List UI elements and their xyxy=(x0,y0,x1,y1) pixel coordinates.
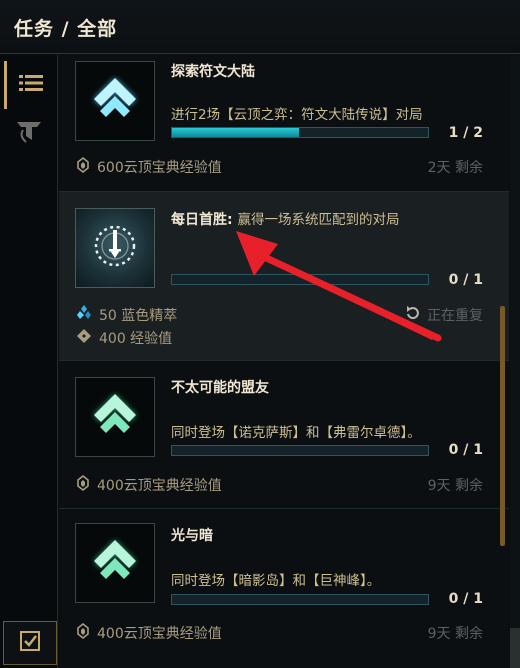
progress-bar xyxy=(171,445,429,456)
sword-emblem-icon xyxy=(85,216,145,280)
quest-description: 赢得一场系统匹配到的对局 xyxy=(237,212,400,228)
completed-quests-button[interactable] xyxy=(3,621,57,665)
repeat-icon xyxy=(405,305,421,325)
chevron-up-green-icon xyxy=(84,384,146,450)
progress-count: 0 / 1 xyxy=(448,272,483,288)
quest-card[interactable]: 探索符文大陆 进行2场【云顶之弈：符文大陆传说】对局 1 / 2 600云顶宝典… xyxy=(59,55,509,192)
quest-title: 光与暗 xyxy=(171,528,213,544)
quest-thumbnail xyxy=(75,377,155,457)
progress-count: 1 / 2 xyxy=(448,125,483,141)
quest-thumbnail xyxy=(75,208,155,288)
reward: 400云顶宝典经验值 xyxy=(77,622,222,643)
reward: 600云顶宝典经验值 xyxy=(77,156,222,177)
quest-title-label: 每日首胜: xyxy=(171,212,233,228)
quest-description: 同时登场【暗影岛】和【巨神峰】。 xyxy=(171,573,381,589)
quest-card[interactable]: 光与暗 同时登场【暗影岛】和【巨神峰】。 0 / 1 400云顶宝典经验值 9天… xyxy=(59,509,509,668)
tft-pass-xp-icon xyxy=(77,156,89,177)
quest-title: 每日首胜: 赢得一场系统匹配到的对局 xyxy=(171,208,399,229)
title-bar: 任务 / 全部 xyxy=(0,0,520,54)
blue-essence-icon xyxy=(77,305,91,325)
list-icon xyxy=(18,73,43,97)
quest-description: 同时登场【诺克萨斯】和【弗雷尔卓德】。 xyxy=(171,425,421,441)
quest-card[interactable]: 不太可能的盟友 同时登场【诺克萨斯】和【弗雷尔卓德】。 0 / 1 400云顶宝… xyxy=(59,361,509,509)
reward-label: 400云顶宝典经验值 xyxy=(97,478,222,494)
quest-thumbnail xyxy=(75,61,155,141)
reward-label: 400云顶宝典经验值 xyxy=(97,626,222,642)
quest-thumbnail xyxy=(75,523,155,603)
progress-count: 0 / 1 xyxy=(448,442,483,458)
tft-logo-icon xyxy=(15,118,43,148)
checkbox-icon xyxy=(19,630,41,656)
chevron-up-green-icon xyxy=(84,530,146,596)
quest-title: 不太可能的盟友 xyxy=(171,380,269,396)
reward-label: 50 蓝色精萃 xyxy=(99,308,178,324)
time-remaining: 9天 剩余 xyxy=(427,478,483,494)
quest-description: 进行2场【云顶之弈：符文大陆传说】对局 xyxy=(171,107,423,123)
reward-xp: 400 经验值 xyxy=(77,328,172,348)
sidebar xyxy=(0,55,58,668)
tft-pass-xp-icon xyxy=(77,474,89,495)
repeat-label: 正在重复 xyxy=(427,308,483,324)
progress-bar xyxy=(171,274,429,285)
list-view-button[interactable] xyxy=(4,61,54,109)
xp-icon xyxy=(77,329,91,347)
reward-label: 400 经验值 xyxy=(99,331,173,347)
quest-title: 探索符文大陆 xyxy=(171,64,255,80)
progress-bar-fill xyxy=(172,128,299,137)
reward-blue-essence: 50 蓝色精萃 xyxy=(77,305,177,325)
reward: 400云顶宝典经验值 xyxy=(77,474,222,495)
chevron-up-glow-icon xyxy=(84,68,146,134)
scrollbar-thumb[interactable] xyxy=(500,306,505,546)
window-corner xyxy=(510,628,520,668)
time-remaining: 9天 剩余 xyxy=(427,626,483,642)
quest-card-daily-first-win[interactable]: 每日首胜: 赢得一场系统匹配到的对局 0 / 1 50 蓝色精萃 400 经验值… xyxy=(59,192,509,361)
tft-pass-xp-icon xyxy=(77,622,89,643)
progress-count: 0 / 1 xyxy=(448,591,483,607)
progress-bar xyxy=(171,594,429,605)
quest-list: 探索符文大陆 进行2场【云顶之弈：符文大陆传说】对局 1 / 2 600云顶宝典… xyxy=(59,55,509,668)
reward-label: 600云顶宝典经验值 xyxy=(97,160,222,176)
time-remaining: 2天 剩余 xyxy=(427,160,483,176)
tft-quests-button[interactable] xyxy=(4,109,54,157)
repeat-status: 正在重复 xyxy=(405,305,483,325)
progress-bar xyxy=(171,127,429,138)
page-title: 任务 / 全部 xyxy=(14,18,118,40)
window-edge xyxy=(510,55,520,668)
